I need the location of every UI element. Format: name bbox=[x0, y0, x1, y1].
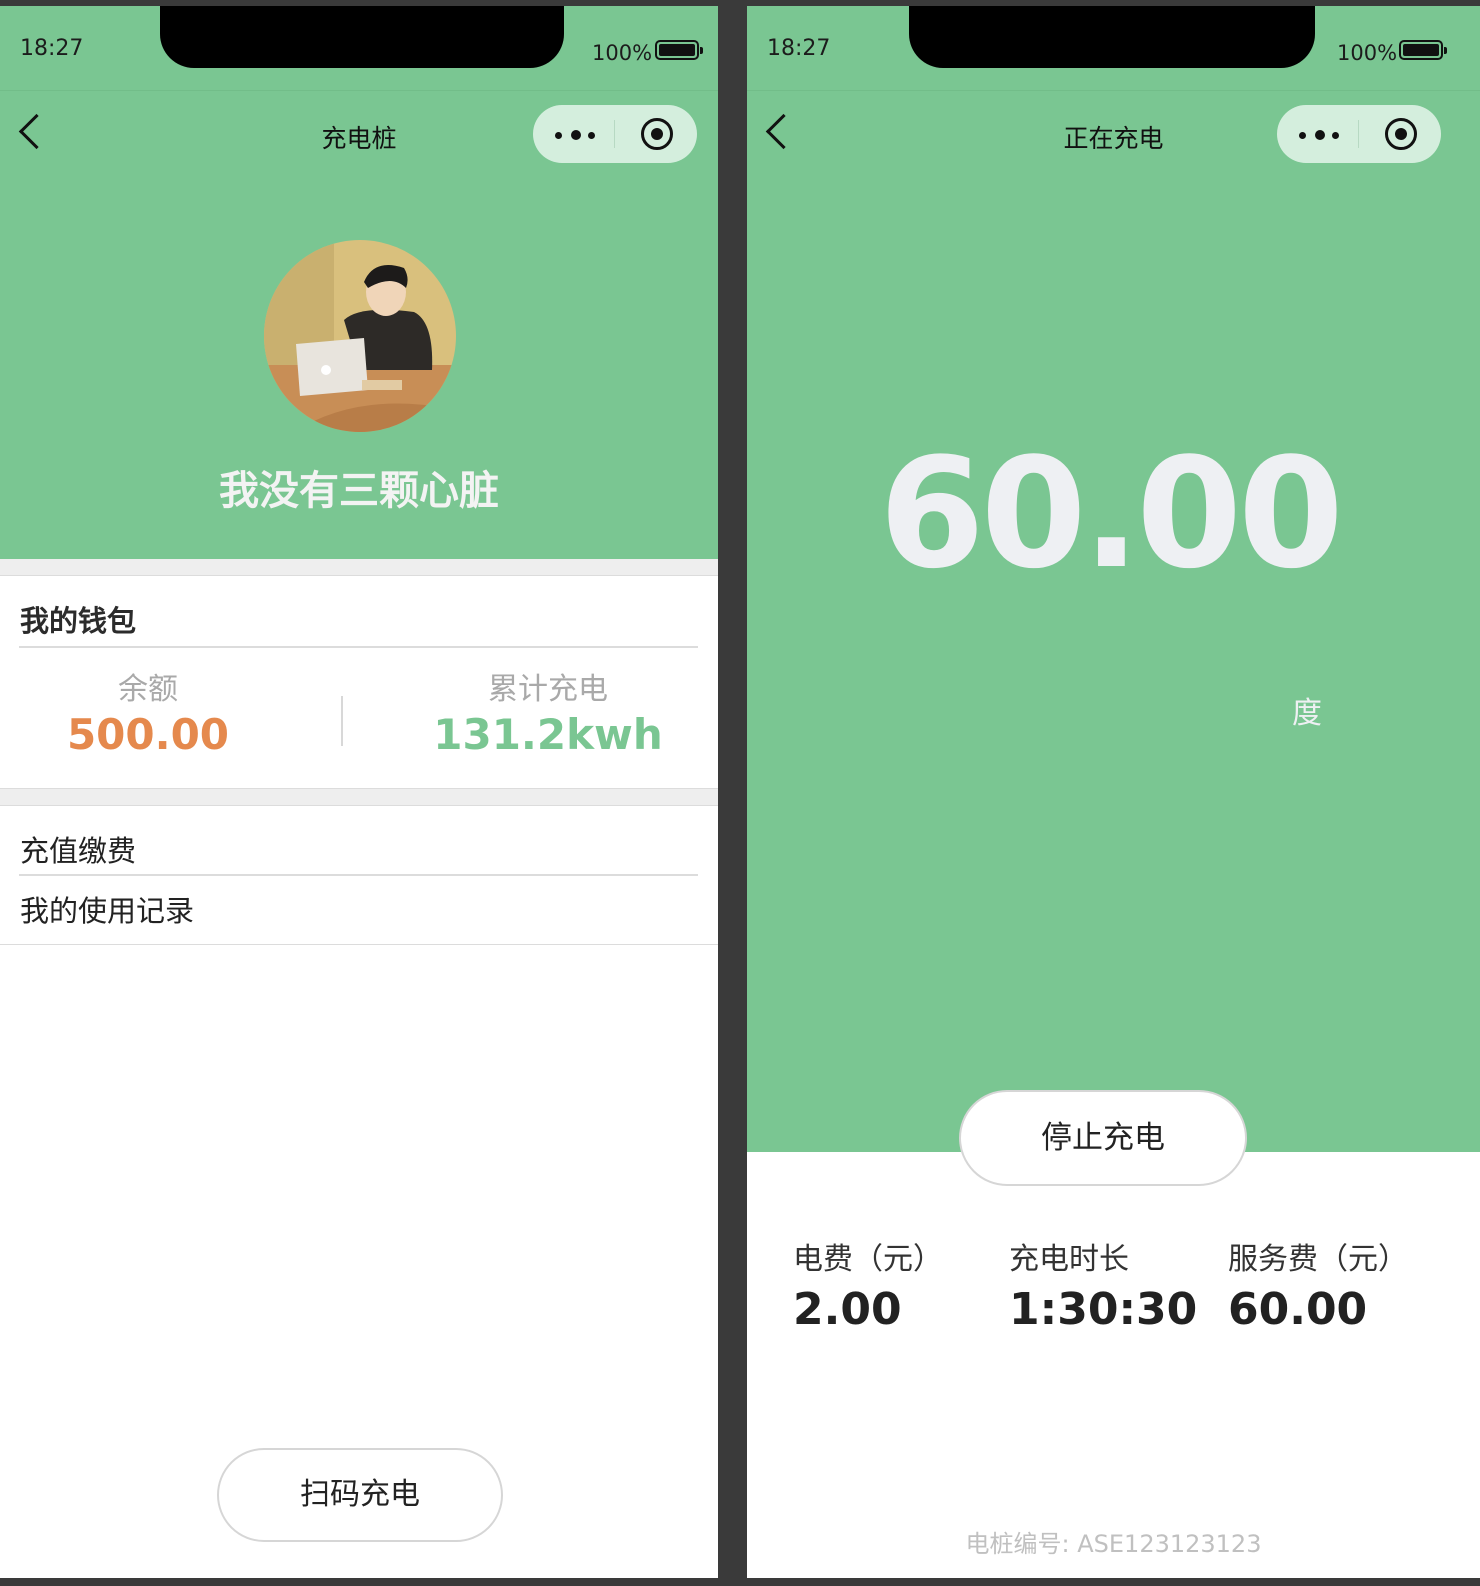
nav-bar: 充电桩 bbox=[0, 90, 718, 177]
balance-label: 余额 bbox=[118, 672, 178, 707]
username: 我没有三颗心脏 bbox=[219, 468, 499, 514]
close-target-icon[interactable] bbox=[641, 118, 673, 150]
battery-percent: 100% bbox=[592, 41, 653, 65]
total-charge-stat[interactable]: 累计充电 131.2kwh bbox=[430, 664, 666, 759]
status-time: 18:27 bbox=[20, 36, 84, 61]
charged-unit: 度 bbox=[1292, 696, 1322, 731]
section-gap bbox=[0, 789, 718, 805]
close-target-icon[interactable] bbox=[1385, 118, 1417, 150]
capsule-divider bbox=[614, 120, 615, 148]
stop-charge-button[interactable]: 停止充电 bbox=[959, 1090, 1247, 1186]
charge-duration-value: 1:30:30 bbox=[1009, 1284, 1198, 1335]
status-bar: 18:27 100% bbox=[747, 6, 1480, 90]
total-charge-label: 累计充电 bbox=[488, 672, 608, 707]
charge-duration-label: 充电时长 bbox=[1009, 1242, 1129, 1277]
avatar[interactable] bbox=[264, 240, 456, 432]
status-time: 18:27 bbox=[767, 36, 831, 61]
pile-id: 电桩编号: ASE123123123 bbox=[965, 1530, 1262, 1558]
capsule-divider bbox=[1358, 120, 1359, 148]
service-fee: 服务费（元） 60.00 bbox=[1228, 1234, 1408, 1335]
wallet-card: 我的钱包 余额 500.00 累计充电 131.2kwh bbox=[0, 575, 718, 789]
menu-card: 充值缴费 我的使用记录 bbox=[0, 805, 718, 945]
electric-fee: 电费（元） 2.00 bbox=[793, 1234, 943, 1335]
charging-screen: 18:27 100% 正在充电 60.00 度 停止充电 电费（元） 2.00 … bbox=[747, 6, 1480, 1578]
recharge-item[interactable]: 充值缴费 bbox=[20, 828, 136, 870]
section-gap bbox=[0, 559, 718, 575]
stat-divider bbox=[341, 696, 343, 746]
more-dots-icon[interactable] bbox=[1299, 130, 1343, 140]
electric-fee-label: 电费（元） bbox=[793, 1242, 943, 1277]
battery-percent: 100% bbox=[1337, 41, 1398, 65]
total-charge-value: 131.2kwh bbox=[433, 710, 663, 759]
service-fee-value: 60.00 bbox=[1228, 1284, 1368, 1335]
scan-charge-button[interactable]: 扫码充电 bbox=[217, 1448, 503, 1542]
charge-duration: 充电时长 1:30:30 bbox=[1009, 1234, 1197, 1335]
status-bar: 18:27 100% bbox=[0, 6, 718, 90]
nav-bar: 正在充电 bbox=[747, 90, 1480, 177]
battery-icon bbox=[655, 40, 703, 60]
profile-screen: 18:27 100% 充电桩 我没有三颗心脏 我的钱包 余额 500.00 累计… bbox=[0, 6, 718, 1578]
profile-header: 我没有三颗心脏 bbox=[0, 176, 718, 559]
battery-icon bbox=[1399, 40, 1447, 60]
notch bbox=[160, 6, 564, 68]
menu-divider bbox=[19, 874, 698, 876]
wallet-divider bbox=[19, 646, 698, 648]
charging-panel bbox=[747, 176, 1480, 1152]
charged-amount: 60.00 bbox=[879, 425, 1344, 602]
balance-stat[interactable]: 余额 500.00 bbox=[58, 664, 238, 759]
usage-records-item[interactable]: 我的使用记录 bbox=[20, 888, 194, 930]
notch bbox=[909, 6, 1315, 68]
balance-value: 500.00 bbox=[66, 710, 230, 759]
more-dots-icon[interactable] bbox=[555, 130, 599, 140]
service-fee-label: 服务费（元） bbox=[1228, 1242, 1408, 1277]
electric-fee-value: 2.00 bbox=[793, 1284, 902, 1335]
wallet-title: 我的钱包 bbox=[20, 604, 137, 638]
menu-capsule bbox=[1277, 105, 1441, 163]
menu-capsule bbox=[533, 105, 697, 163]
